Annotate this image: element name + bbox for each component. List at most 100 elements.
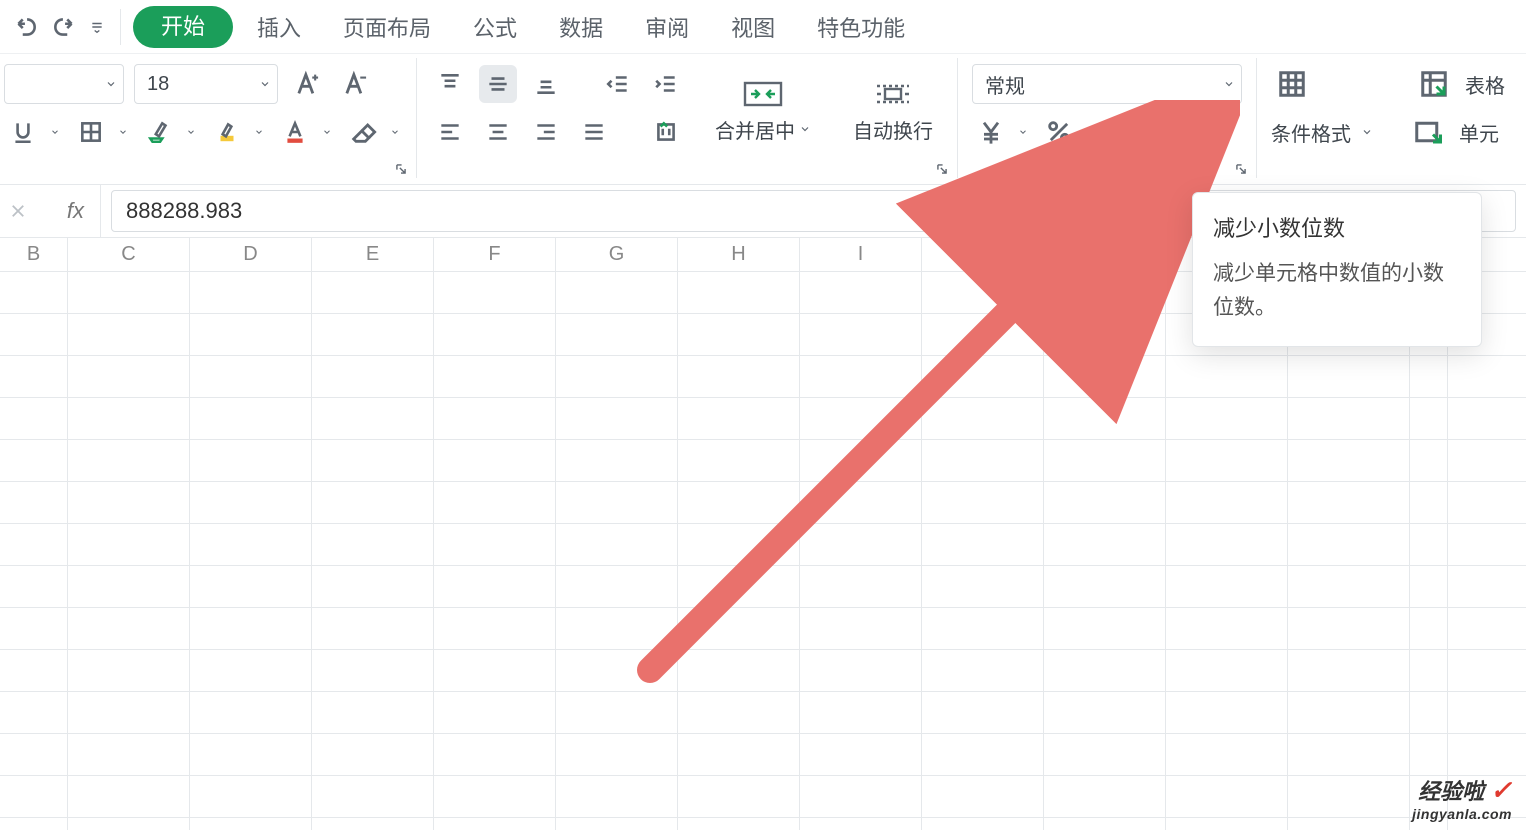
cell[interactable] <box>1288 734 1410 775</box>
cell[interactable] <box>1166 566 1288 607</box>
quick-access-dropdown[interactable] <box>86 15 108 39</box>
cell[interactable] <box>0 440 68 481</box>
tab-special[interactable]: 特色功能 <box>799 11 923 43</box>
col-header[interactable]: J <box>922 238 1044 271</box>
cell[interactable] <box>434 776 556 817</box>
percent-icon[interactable] <box>1040 113 1078 151</box>
cell[interactable] <box>1410 734 1448 775</box>
cell[interactable] <box>1044 398 1166 439</box>
cell[interactable] <box>0 314 68 355</box>
col-header[interactable]: B <box>0 238 68 271</box>
cell[interactable] <box>0 272 68 313</box>
cell[interactable] <box>0 776 68 817</box>
cell[interactable] <box>312 818 434 830</box>
font-color-icon[interactable] <box>276 113 314 151</box>
tab-formula[interactable]: 公式 <box>455 11 535 43</box>
cell[interactable] <box>1044 524 1166 565</box>
cell[interactable] <box>0 566 68 607</box>
cell[interactable] <box>1044 272 1166 313</box>
tab-start[interactable]: 开始 <box>133 6 233 48</box>
cell[interactable] <box>1044 734 1166 775</box>
borders-dropdown[interactable] <box>116 113 130 151</box>
highlight-dropdown[interactable] <box>252 113 266 151</box>
cell[interactable] <box>190 650 312 691</box>
cancel-formula-icon[interactable] <box>6 192 30 230</box>
cell[interactable] <box>556 398 678 439</box>
col-header[interactable]: C <box>68 238 190 271</box>
cell[interactable] <box>1288 692 1410 733</box>
cell[interactable] <box>922 818 1044 830</box>
cell[interactable] <box>1044 482 1166 523</box>
cell[interactable] <box>1410 692 1448 733</box>
cell[interactable] <box>434 398 556 439</box>
text-orientation-icon[interactable] <box>647 113 685 151</box>
cell[interactable] <box>190 692 312 733</box>
cell[interactable] <box>68 734 190 775</box>
cell[interactable] <box>312 398 434 439</box>
font-size-combo[interactable]: 18 <box>134 64 278 104</box>
cell[interactable] <box>434 608 556 649</box>
col-header[interactable]: G <box>556 238 678 271</box>
cell[interactable] <box>190 566 312 607</box>
cell[interactable] <box>800 482 922 523</box>
cell[interactable] <box>1410 566 1448 607</box>
cell[interactable] <box>922 356 1044 397</box>
cell[interactable] <box>556 272 678 313</box>
cell[interactable] <box>68 272 190 313</box>
cell[interactable] <box>922 776 1044 817</box>
cell[interactable] <box>68 566 190 607</box>
fill-format-dropdown[interactable] <box>184 113 198 151</box>
cell[interactable] <box>1166 734 1288 775</box>
cell[interactable] <box>1288 398 1410 439</box>
col-header[interactable]: I <box>800 238 922 271</box>
cell[interactable] <box>1288 482 1410 523</box>
redo-icon[interactable] <box>48 11 80 43</box>
align-right-icon[interactable] <box>527 113 565 151</box>
increase-decimal-icon[interactable]: .0 .00 <box>1136 113 1174 151</box>
cell[interactable] <box>678 818 800 830</box>
cell[interactable] <box>800 524 922 565</box>
cell[interactable] <box>556 608 678 649</box>
cell[interactable] <box>800 356 922 397</box>
cell[interactable] <box>434 818 556 830</box>
cell[interactable] <box>556 650 678 691</box>
currency-icon[interactable] <box>972 113 1010 151</box>
highlight-icon[interactable] <box>208 113 246 151</box>
cell[interactable] <box>312 272 434 313</box>
col-header[interactable]: F <box>434 238 556 271</box>
cell[interactable] <box>1288 566 1410 607</box>
cell[interactable] <box>1288 818 1410 830</box>
cell[interactable] <box>1166 608 1288 649</box>
cell[interactable] <box>678 692 800 733</box>
cell[interactable] <box>556 314 678 355</box>
cell[interactable] <box>1044 566 1166 607</box>
increase-indent-icon[interactable] <box>647 65 685 103</box>
cell[interactable] <box>922 482 1044 523</box>
tab-page-layout[interactable]: 页面布局 <box>325 11 449 43</box>
cell[interactable] <box>190 608 312 649</box>
font-name-combo[interactable] <box>4 64 124 104</box>
cell[interactable] <box>68 524 190 565</box>
cell[interactable] <box>1410 524 1448 565</box>
wrap-text-button[interactable]: 自动换行 <box>843 62 943 158</box>
cell[interactable] <box>1288 356 1410 397</box>
cell[interactable] <box>922 650 1044 691</box>
tab-view[interactable]: 视图 <box>713 11 793 43</box>
cell[interactable] <box>312 566 434 607</box>
cell[interactable] <box>0 524 68 565</box>
tab-data[interactable]: 数据 <box>541 11 621 43</box>
cell[interactable] <box>800 272 922 313</box>
col-header[interactable]: D <box>190 238 312 271</box>
cell[interactable] <box>800 776 922 817</box>
cell[interactable] <box>678 734 800 775</box>
cell[interactable] <box>434 692 556 733</box>
cell[interactable] <box>68 776 190 817</box>
cell[interactable] <box>1288 776 1410 817</box>
cell[interactable] <box>922 524 1044 565</box>
cell[interactable] <box>1288 524 1410 565</box>
cell[interactable] <box>190 314 312 355</box>
cell[interactable] <box>556 776 678 817</box>
cell[interactable] <box>312 524 434 565</box>
cell[interactable] <box>1166 692 1288 733</box>
cell[interactable] <box>556 524 678 565</box>
